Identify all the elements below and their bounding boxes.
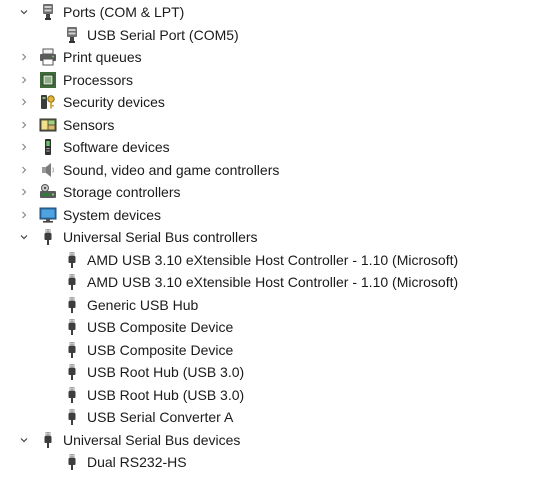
usb-plug-icon: [63, 341, 81, 359]
usb-plug-icon: [63, 318, 81, 336]
speaker-icon: [39, 161, 57, 179]
tree-item-label: Storage controllers: [63, 184, 181, 200]
tree-category-row[interactable]: Universal Serial Bus controllers: [20, 226, 258, 248]
usb-plug-icon: [63, 273, 81, 291]
tree-item-label: USB Composite Device: [87, 319, 234, 335]
tree-device-row[interactable]: USB Serial Port (COM5): [63, 24, 239, 46]
tree-item-label: Processors: [63, 71, 134, 88]
tree-item-label: USB Serial Port (COM5): [87, 26, 239, 43]
tree-category-row[interactable]: Software devices: [22, 136, 170, 158]
tree-device-row[interactable]: USB Root Hub (USB 3.0): [63, 361, 244, 383]
tree-item-label: Sound, video and game controllers: [63, 161, 280, 178]
tree-category-row[interactable]: Sound, video and game controllers: [22, 159, 280, 181]
chevron-down-icon[interactable]: [18, 226, 30, 248]
chevron-right-icon[interactable]: [18, 91, 30, 113]
tree-category-row[interactable]: Ports (COM & LPT): [20, 1, 185, 23]
chevron-right-icon[interactable]: [18, 204, 30, 226]
usb-plug-icon: [63, 386, 81, 404]
software-device-icon: [39, 138, 57, 156]
usb-plug-icon: [39, 431, 57, 449]
tree-category-row[interactable]: Universal Serial Bus devices: [20, 429, 241, 451]
usb-plug-icon: [63, 251, 81, 269]
tree-device-row[interactable]: USB Root Hub (USB 3.0): [63, 384, 244, 406]
usb-plug-icon: [63, 363, 81, 381]
port-icon: [39, 3, 57, 21]
tree-device-row[interactable]: USB Serial Converter A: [63, 406, 233, 428]
tree-item-label: Security devices: [63, 94, 165, 110]
tree-category-row[interactable]: Sensors: [22, 114, 115, 136]
tree-item-label: Sensors: [63, 116, 115, 133]
security-key-icon: [39, 93, 57, 111]
tree-item-label: AMD USB 3.10 eXtensible Host Controller …: [87, 251, 459, 268]
tree-item-label: USB Root Hub (USB 3.0): [87, 364, 245, 380]
chevron-right-icon[interactable]: [18, 159, 30, 181]
tree-device-row[interactable]: AMD USB 3.10 eXtensible Host Controller …: [63, 249, 458, 271]
tree-item-label: Generic USB Hub: [87, 296, 199, 313]
sensor-icon: [39, 116, 57, 134]
tree-item-label: USB Serial Converter A: [87, 409, 234, 425]
tree-device-row[interactable]: AMD USB 3.10 eXtensible Host Controller …: [63, 271, 458, 293]
tree-item-label: USB Root Hub (USB 3.0): [87, 386, 245, 403]
tree-category-row[interactable]: Security devices: [22, 91, 165, 113]
tree-item-label: Dual RS232-HS: [87, 454, 187, 470]
tree-item-label: Ports (COM & LPT): [63, 4, 185, 20]
tree-category-row[interactable]: Processors: [22, 69, 134, 91]
processor-icon: [39, 71, 57, 89]
printer-icon: [39, 48, 57, 66]
tree-category-row[interactable]: Print queues: [22, 46, 142, 68]
usb-plug-icon: [63, 453, 81, 471]
tree-item-label: Universal Serial Bus controllers: [63, 229, 258, 245]
tree-device-row[interactable]: Generic USB Hub: [63, 294, 198, 316]
monitor-icon: [39, 206, 57, 224]
usb-plug-icon: [63, 296, 81, 314]
usb-plug-icon: [63, 408, 81, 426]
tree-item-label: Universal Serial Bus devices: [63, 431, 241, 448]
tree-category-row[interactable]: Storage controllers: [22, 181, 181, 203]
chevron-right-icon[interactable]: [18, 69, 30, 91]
storage-icon: [39, 183, 57, 201]
tree-device-row[interactable]: USB Composite Device: [63, 339, 233, 361]
serial-port-icon: [63, 26, 81, 44]
tree-item-label: Software devices: [63, 139, 170, 155]
chevron-right-icon[interactable]: [18, 181, 30, 203]
usb-plug-icon: [39, 228, 57, 246]
chevron-right-icon[interactable]: [18, 136, 30, 158]
chevron-right-icon[interactable]: [18, 46, 30, 68]
chevron-right-icon[interactable]: [18, 114, 30, 136]
tree-device-row[interactable]: Dual RS232-HS: [63, 451, 187, 473]
chevron-down-icon[interactable]: [18, 429, 30, 451]
tree-device-row[interactable]: USB Composite Device: [63, 316, 233, 338]
tree-item-label: AMD USB 3.10 eXtensible Host Controller …: [87, 274, 459, 290]
tree-category-row[interactable]: System devices: [22, 204, 162, 226]
tree-item-label: System devices: [63, 206, 162, 223]
chevron-down-icon[interactable]: [18, 1, 30, 23]
tree-item-label: Print queues: [63, 49, 142, 65]
tree-item-label: USB Composite Device: [87, 341, 234, 358]
